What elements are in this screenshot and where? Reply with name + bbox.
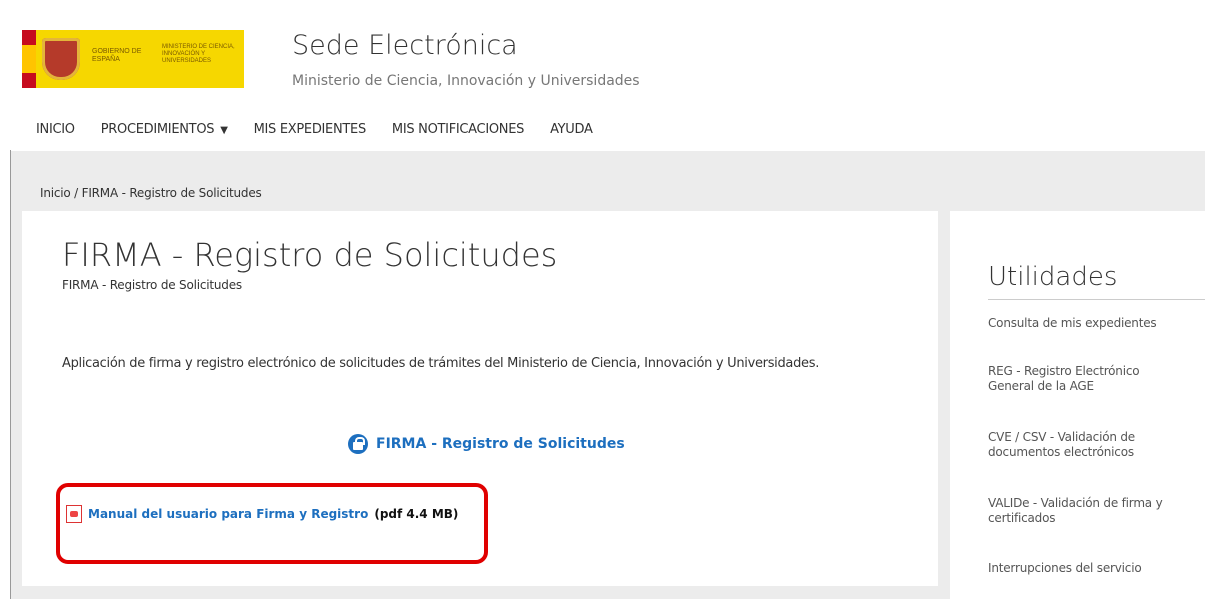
sidebar-item-consulta-expedientes[interactable]: Consulta de mis expedientes [988, 316, 1203, 331]
page-description: Aplicación de firma y registro electróni… [62, 356, 820, 371]
sidebar-item-interrupciones[interactable]: Interrupciones del servicio [988, 561, 1203, 576]
main-nav: INICIO PROCEDIMIENTOS ▼ MIS EXPEDIENTES M… [10, 122, 1205, 150]
highlight-annotation [56, 483, 488, 564]
lock-icon [348, 434, 368, 454]
nav-item-procedimientos[interactable]: PROCEDIMIENTOS ▼ [101, 122, 228, 150]
coat-of-arms-icon [42, 38, 80, 80]
nav-item-procedimientos-label: PROCEDIMIENTOS [100, 122, 215, 137]
sidebar-divider [988, 299, 1205, 300]
firma-registro-link[interactable]: FIRMA - Registro de Solicitudes [348, 434, 625, 454]
sidebar-item-reg[interactable]: REG - Registro Electrónico General de la… [988, 364, 1178, 394]
header: GOBIERNO DE ESPAÑA MINISTERIO DE CIENCIA… [10, 0, 1205, 150]
nav-item-inicio[interactable]: INICIO [36, 122, 75, 150]
sidebar-title: Utilidades [988, 262, 1118, 292]
nav-item-ayuda[interactable]: AYUDA [550, 122, 593, 150]
nav-item-mis-notificaciones[interactable]: MIS NOTIFICACIONES [392, 122, 524, 150]
logo-ministerio-text: MINISTERIO DE CIENCIA, INNOVACIÓN Y UNIV… [162, 44, 235, 64]
nav-item-mis-expedientes[interactable]: MIS EXPEDIENTES [254, 122, 367, 150]
page-title: FIRMA - Registro de Solicitudes [62, 236, 558, 274]
sidebar-item-valide[interactable]: VALIDe - Validación de firma y certifica… [988, 496, 1203, 526]
site-subtitle: Ministerio de Ciencia, Innovación y Univ… [292, 73, 640, 89]
firma-registro-link-label: FIRMA - Registro de Solicitudes [376, 436, 625, 452]
spain-flag-icon [22, 30, 36, 88]
sidebar-item-cve-csv[interactable]: CVE / CSV - Validación de documentos ele… [988, 430, 1178, 460]
logo-gobierno-text: GOBIERNO DE ESPAÑA [92, 48, 142, 63]
breadcrumb[interactable]: Inicio / FIRMA - Registro de Solicitudes [40, 186, 262, 200]
caret-down-icon: ▼ [220, 125, 228, 136]
ministry-logo[interactable]: GOBIERNO DE ESPAÑA MINISTERIO DE CIENCIA… [22, 30, 244, 88]
site-title[interactable]: Sede Electrónica [292, 30, 518, 61]
page-subtitle: FIRMA - Registro de Solicitudes [62, 278, 242, 292]
